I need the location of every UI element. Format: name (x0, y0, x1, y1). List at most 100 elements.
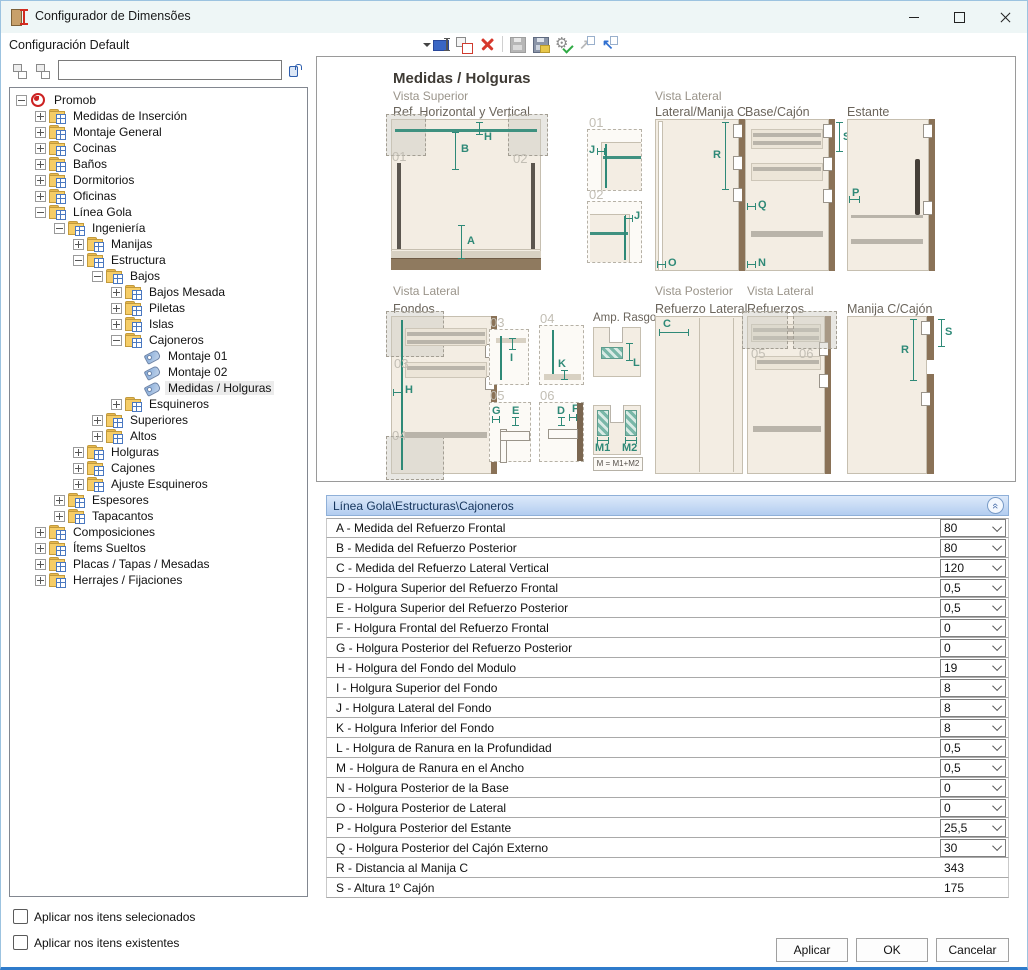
tree-item-herrajes-fijaciones[interactable]: Herrajes / Fijaciones (10, 572, 307, 588)
tree-item-label[interactable]: Montaje General (70, 125, 165, 139)
chevron-down-icon[interactable] (991, 564, 1005, 571)
tree-item-label[interactable]: Superiores (127, 413, 191, 427)
tree-item-manijas[interactable]: Manijas (10, 236, 307, 252)
tree-item-montaje-01[interactable]: Montaje 01 (10, 348, 307, 364)
tree-item-label[interactable]: Montaje 02 (165, 365, 230, 379)
param-value-combo[interactable]: 80 (940, 519, 1006, 537)
expand-icon[interactable] (35, 175, 46, 186)
param-value-combo[interactable]: 0 (940, 619, 1006, 637)
tree-item-oficinas[interactable]: Oficinas (10, 188, 307, 204)
tree-item-label[interactable]: Baños (70, 157, 110, 171)
tree-item-label[interactable]: Composiciones (70, 525, 158, 539)
expand-icon[interactable] (35, 191, 46, 202)
param-value-combo[interactable]: 0 (940, 779, 1006, 797)
tree-item-espesores[interactable]: Espesores (10, 492, 307, 508)
tree-item-superiores[interactable]: Superiores (10, 412, 307, 428)
tree-item-label[interactable]: Promob (51, 93, 99, 107)
tree-item-tems-sueltos[interactable]: Ítems Sueltos (10, 540, 307, 556)
tree-item-label[interactable]: Línea Gola (70, 205, 135, 219)
expand-icon[interactable] (111, 287, 122, 298)
expand-icon[interactable] (54, 495, 65, 506)
collapse-icon[interactable] (111, 335, 122, 346)
expand-icon[interactable] (111, 399, 122, 410)
tree-item-label[interactable]: Ítems Sueltos (70, 541, 149, 555)
expand-icon[interactable] (35, 575, 46, 586)
param-value-combo[interactable]: 80 (940, 539, 1006, 557)
apply-gear-check-icon[interactable] (555, 36, 572, 53)
tree-item-ingenier-a[interactable]: Ingeniería (10, 220, 307, 236)
param-value-combo[interactable]: 8 (940, 719, 1006, 737)
tree-item-label[interactable]: Piletas (146, 301, 188, 315)
delete-config-icon[interactable] (479, 36, 496, 53)
tree-item-label[interactable]: Cajones (108, 461, 158, 475)
tree-item-promob[interactable]: Promob (10, 92, 307, 108)
tree-item-cocinas[interactable]: Cocinas (10, 140, 307, 156)
tree-item-label[interactable]: Cocinas (70, 141, 119, 155)
chevron-down-icon[interactable] (991, 844, 1005, 851)
apply-selected-checkbox[interactable] (13, 909, 28, 924)
tree-item-piletas[interactable]: Piletas (10, 300, 307, 316)
chevron-down-icon[interactable] (991, 764, 1005, 771)
expand-icon[interactable] (35, 127, 46, 138)
expand-icon[interactable] (73, 463, 84, 474)
chevron-down-icon[interactable] (991, 824, 1005, 831)
collapse-icon[interactable] (35, 207, 46, 218)
expand-icon[interactable] (73, 447, 84, 458)
tree-item-label[interactable]: Bajos Mesada (146, 285, 228, 299)
apply-button[interactable]: Aplicar (776, 938, 848, 962)
tree-item-label[interactable]: Herrajes / Fijaciones (70, 573, 185, 587)
tree-item-label[interactable]: Medidas de Inserción (70, 109, 190, 123)
chevron-down-icon[interactable] (991, 525, 1005, 532)
configuration-select[interactable]: Configuración Default (9, 35, 433, 54)
chevron-down-icon[interactable] (991, 724, 1005, 731)
tree-item-label[interactable]: Oficinas (70, 189, 119, 203)
tree-item-altos[interactable]: Altos (10, 428, 307, 444)
param-value-combo[interactable]: 0 (940, 639, 1006, 657)
param-value-combo[interactable]: 0,5 (940, 599, 1006, 617)
tree-item-label[interactable]: Placas / Tapas / Mesadas (70, 557, 213, 571)
tree-search-input[interactable] (58, 60, 282, 80)
tree-item-placas-tapas-mesadas[interactable]: Placas / Tapas / Mesadas (10, 556, 307, 572)
extract-arrow-icon[interactable] (578, 36, 595, 53)
tree-item-holguras[interactable]: Holguras (10, 444, 307, 460)
chevron-down-icon[interactable] (991, 684, 1005, 691)
param-value-combo[interactable]: 0,5 (940, 579, 1006, 597)
duplicate-config-icon[interactable] (456, 36, 473, 53)
rename-config-icon[interactable] (433, 36, 450, 53)
chevron-down-icon[interactable] (991, 704, 1005, 711)
close-button[interactable] (983, 1, 1028, 33)
param-value-combo[interactable]: 30 (940, 839, 1006, 857)
tree-item-ajuste-esquineros[interactable]: Ajuste Esquineros (10, 476, 307, 492)
tree-item-cajoneros[interactable]: Cajoneros (10, 332, 307, 348)
expand-icon[interactable] (35, 111, 46, 122)
tree-item-islas[interactable]: Islas (10, 316, 307, 332)
import-arrow-icon[interactable] (601, 36, 618, 53)
param-value-combo[interactable]: 0 (940, 799, 1006, 817)
tree-item-label[interactable]: Cajoneros (146, 333, 207, 347)
tree-item-medidas-de-inserci-n[interactable]: Medidas de Inserción (10, 108, 307, 124)
param-value-combo[interactable]: 0,5 (940, 739, 1006, 757)
tree-item-composiciones[interactable]: Composiciones (10, 524, 307, 540)
expand-icon[interactable] (73, 239, 84, 250)
tree-item-label[interactable]: Montaje 01 (165, 349, 230, 363)
expand-icon[interactable] (54, 511, 65, 522)
tree-item-dormitorios[interactable]: Dormitorios (10, 172, 307, 188)
chevron-down-icon[interactable] (991, 644, 1005, 651)
tree-item-label[interactable]: Bajos (127, 269, 163, 283)
expand-icon[interactable] (92, 415, 103, 426)
expand-icon[interactable] (35, 559, 46, 570)
expand-icon[interactable] (111, 319, 122, 330)
tree-item-montaje-02[interactable]: Montaje 02 (10, 364, 307, 380)
chevron-down-icon[interactable] (991, 784, 1005, 791)
expand-icon[interactable] (35, 527, 46, 538)
minimize-button[interactable] (891, 1, 936, 33)
chevron-down-icon[interactable] (991, 604, 1005, 611)
tree-item-label[interactable]: Manijas (108, 237, 155, 251)
tree-item-bajos-mesada[interactable]: Bajos Mesada (10, 284, 307, 300)
param-value-combo[interactable]: 8 (940, 679, 1006, 697)
chevron-down-icon[interactable] (991, 744, 1005, 751)
tree-item-bajos[interactable]: Bajos (10, 268, 307, 284)
chevron-down-icon[interactable] (991, 584, 1005, 591)
tree-item-cajones[interactable]: Cajones (10, 460, 307, 476)
expand-icon[interactable] (111, 303, 122, 314)
